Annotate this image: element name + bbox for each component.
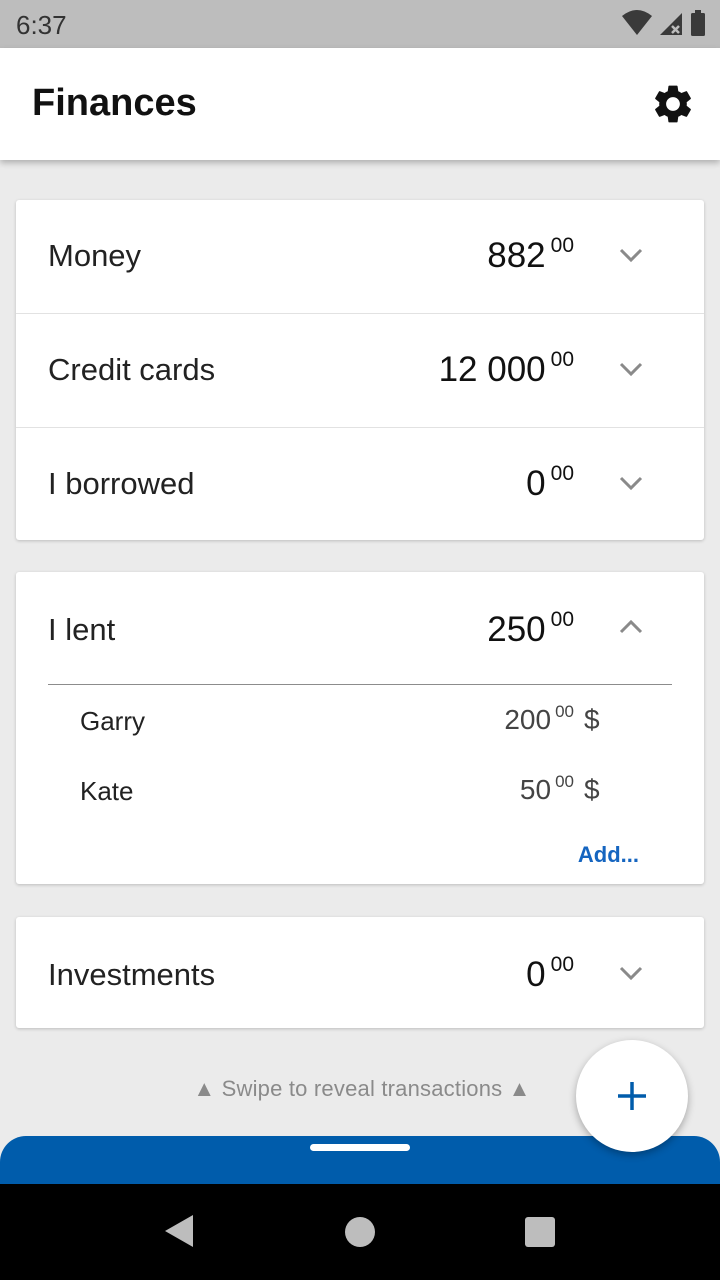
amount-whole: 50 bbox=[519, 774, 552, 805]
divider bbox=[48, 684, 672, 685]
amount-whole: 0 bbox=[526, 955, 546, 994]
status-bar: 6:37 bbox=[0, 0, 720, 48]
accounts-card: Money 882 00 Credit cards 12 000 00 I borr… bbox=[16, 200, 704, 540]
chevron-down-icon[interactable] bbox=[618, 963, 644, 983]
amount-whole: 12 000 bbox=[438, 350, 546, 389]
account-amount: 12 000 00 bbox=[438, 348, 574, 390]
amount-whole: 200 bbox=[504, 704, 552, 735]
app-bar: Finances bbox=[0, 48, 720, 160]
amount-cents: 00 bbox=[550, 234, 574, 257]
account-label: I lent bbox=[48, 612, 116, 647]
chevron-down-icon[interactable] bbox=[618, 245, 644, 265]
chevron-down-icon[interactable] bbox=[618, 473, 644, 493]
system-nav-bar bbox=[0, 1184, 720, 1280]
amount-cents: 00 bbox=[550, 608, 574, 631]
currency-symbol: $ bbox=[584, 774, 600, 805]
add-button[interactable] bbox=[576, 1040, 688, 1152]
amount-cents: 00 bbox=[550, 462, 574, 485]
account-amount: 0 00 bbox=[526, 953, 574, 995]
add-entry-link[interactable]: Add... bbox=[578, 842, 639, 868]
home-icon[interactable] bbox=[344, 1216, 376, 1248]
chevron-down-icon[interactable] bbox=[618, 359, 644, 379]
recents-icon[interactable] bbox=[524, 1216, 556, 1248]
amount-whole: 0 bbox=[526, 464, 546, 503]
page-title: Finances bbox=[32, 82, 197, 124]
account-row-credit-cards[interactable]: Credit cards 12 000 00 bbox=[16, 313, 704, 427]
swipe-hint-text: ▲ Swipe to reveal transactions ▲ bbox=[193, 1076, 531, 1101]
lent-entry-name[interactable]: Garry bbox=[80, 706, 145, 737]
status-icons bbox=[622, 10, 706, 36]
back-icon[interactable] bbox=[163, 1214, 195, 1248]
lent-card: I lent 250 00 Garry 200 00 $ Kate 50 00 $ Add… bbox=[16, 572, 704, 884]
account-row-i-borrowed[interactable]: I borrowed 0 00 bbox=[16, 427, 704, 541]
account-label: I borrowed bbox=[48, 466, 195, 501]
lent-entry-amount[interactable]: 200 00 $ bbox=[504, 702, 599, 736]
account-label: Investments bbox=[48, 957, 216, 992]
amount-cents: 00 bbox=[555, 772, 574, 791]
account-amount: 882 00 bbox=[487, 234, 574, 276]
amount-cents: 00 bbox=[550, 348, 574, 371]
signal-icon bbox=[660, 13, 682, 35]
status-time: 6:37 bbox=[16, 10, 67, 40]
drag-handle[interactable] bbox=[310, 1144, 410, 1151]
account-label: Money bbox=[48, 238, 142, 273]
lent-entry-name[interactable]: Kate bbox=[80, 776, 134, 807]
battery-icon bbox=[691, 10, 705, 36]
gear-icon[interactable] bbox=[650, 81, 696, 127]
account-row-money[interactable]: Money 882 00 bbox=[16, 200, 704, 313]
amount-cents: 00 bbox=[555, 702, 574, 721]
account-row-investments[interactable]: Investments 0 00 bbox=[16, 917, 704, 1028]
account-amount: 0 00 bbox=[526, 462, 574, 504]
account-label: Credit cards bbox=[48, 352, 216, 387]
plus-icon bbox=[618, 1082, 646, 1110]
lent-entry-amount[interactable]: 50 00 $ bbox=[519, 772, 600, 806]
account-row-i-lent[interactable]: I lent 250 00 bbox=[16, 572, 704, 685]
amount-whole: 882 bbox=[487, 236, 546, 275]
investments-card: Investments 0 00 bbox=[16, 917, 704, 1028]
currency-symbol: $ bbox=[584, 704, 600, 735]
amount-whole: 250 bbox=[487, 610, 546, 649]
amount-cents: 00 bbox=[550, 953, 574, 976]
account-amount: 250 00 bbox=[487, 608, 574, 650]
wifi-icon bbox=[622, 10, 652, 35]
chevron-up-icon[interactable] bbox=[618, 617, 644, 637]
